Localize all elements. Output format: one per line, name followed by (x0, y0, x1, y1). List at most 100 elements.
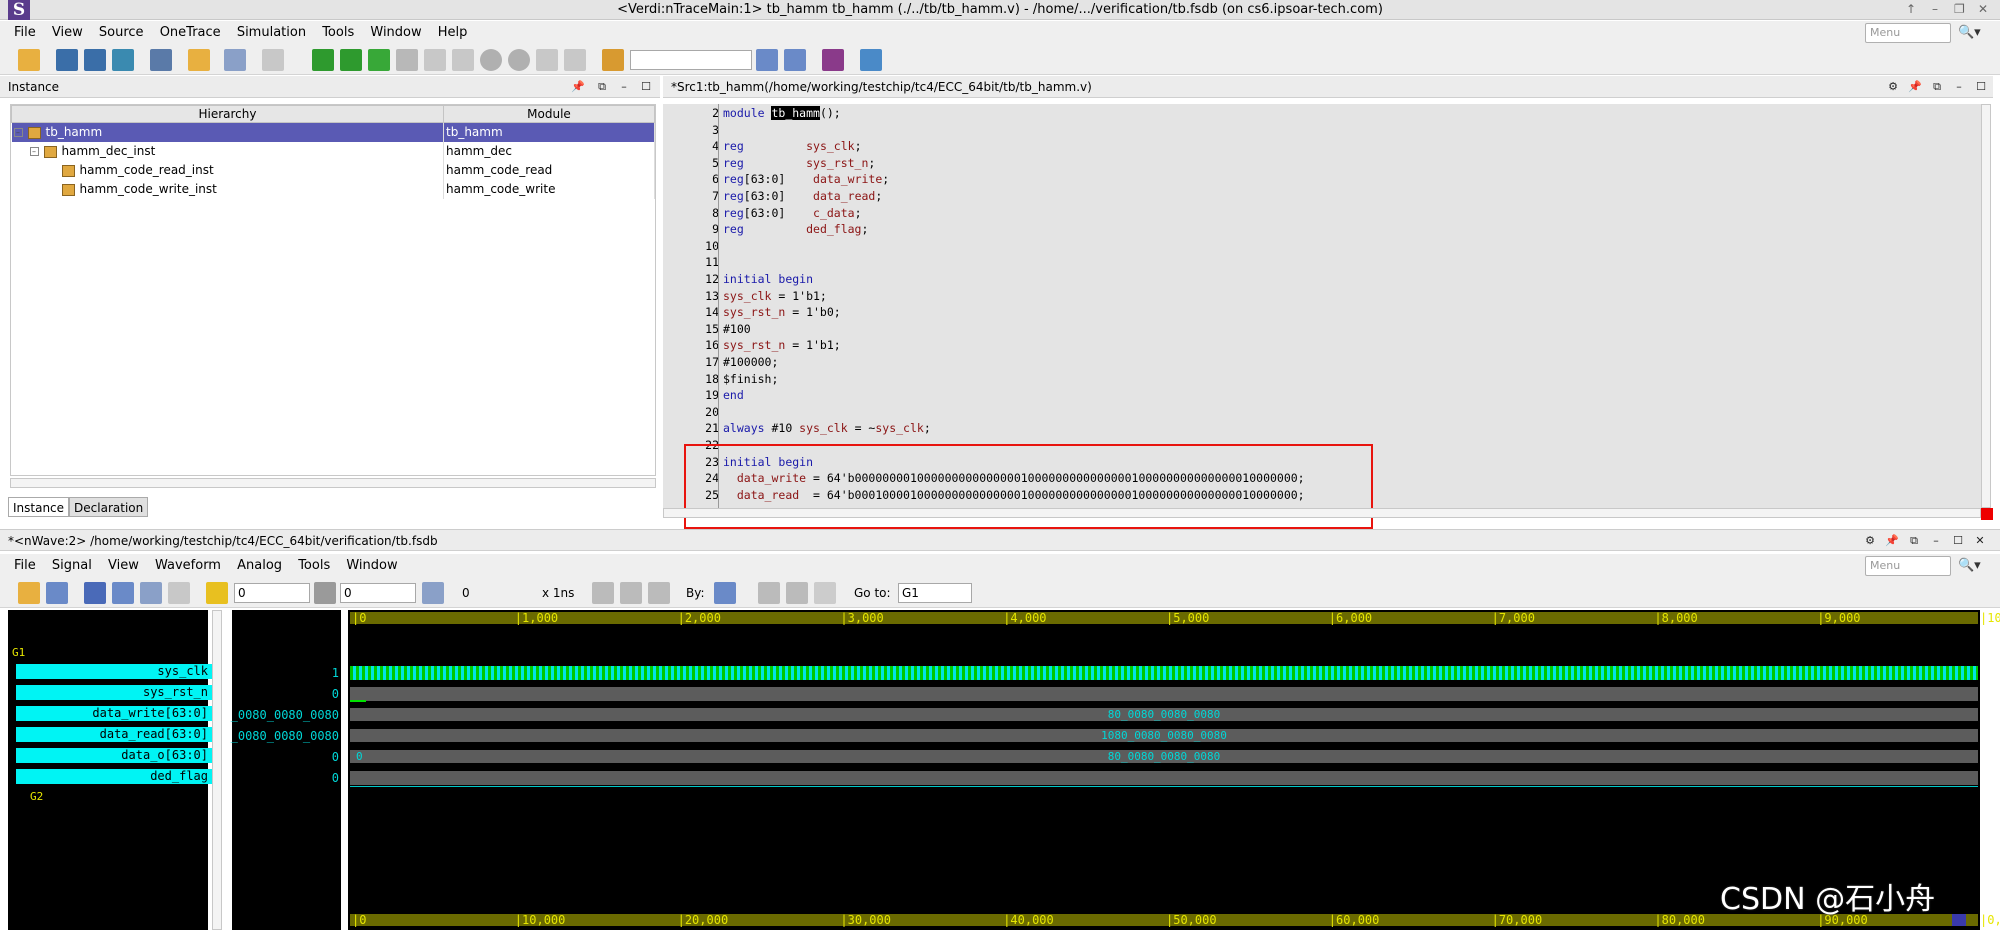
hierarchy-hscrollbar[interactable] (10, 478, 656, 488)
menu-window[interactable]: Window (364, 21, 427, 45)
next-icon[interactable] (452, 49, 474, 71)
table-row[interactable]: hamm_code_read_inst hamm_code_read (11, 160, 655, 180)
run-icon[interactable] (860, 49, 882, 71)
minimize-panel-icon[interactable]: – (1951, 79, 1967, 95)
scroll-thumb[interactable] (1952, 914, 1966, 926)
group-g2-label[interactable]: G2 (30, 790, 43, 803)
undock-icon[interactable]: ⧉ (1906, 533, 1922, 549)
menu-simulation[interactable]: Simulation (231, 21, 312, 45)
next-edge-icon[interactable] (786, 582, 808, 604)
paste-icon[interactable] (262, 49, 284, 71)
open-folder-icon[interactable] (18, 49, 40, 71)
zoom-out-icon[interactable] (592, 582, 614, 604)
disconnect-icon[interactable] (564, 49, 586, 71)
trace-load-icon[interactable] (340, 49, 362, 71)
wave-menu-file[interactable]: File (8, 554, 42, 578)
minimize-panel-icon[interactable]: – (616, 79, 632, 95)
reload-icon[interactable] (46, 582, 68, 604)
undo-icon[interactable] (84, 582, 106, 604)
window-icon[interactable] (150, 49, 172, 71)
minimize-panel-icon[interactable]: – (1928, 533, 1944, 549)
maximize-panel-icon[interactable]: ☐ (1973, 79, 1989, 95)
back-arrow-icon[interactable] (368, 49, 390, 71)
prev-edge-icon[interactable] (758, 582, 780, 604)
wave-menu-window[interactable]: Window (340, 554, 403, 578)
collapse-icon[interactable]: – (13, 128, 23, 138)
schematic-icon[interactable] (84, 49, 106, 71)
zoom-fit-icon[interactable] (648, 582, 670, 604)
tab-declaration[interactable]: Declaration (69, 497, 149, 517)
wave-menu-tools[interactable]: Tools (292, 554, 336, 578)
menu-search-input[interactable]: Menu (1865, 23, 1951, 43)
restore-icon[interactable]: ❐ (1954, 2, 1965, 16)
column-hierarchy[interactable]: Hierarchy (11, 105, 444, 123)
zoom-find-icon[interactable] (784, 49, 806, 71)
down-icon[interactable] (508, 49, 530, 71)
undock-icon[interactable]: ⧉ (1929, 79, 1945, 95)
table-row[interactable]: – hamm_dec_inst hamm_dec (11, 141, 655, 161)
search-icon[interactable]: 🔍▾ (1958, 25, 1984, 45)
menu-help[interactable]: Help (432, 21, 474, 45)
cursor-time-input[interactable]: 0 (234, 583, 310, 603)
time-ruler-top[interactable]: |0 |1,000 |2,000 |3,000 |4,000 |5,000 |6,000 |7… (350, 611, 2000, 625)
forward-arrow-icon[interactable] (396, 49, 418, 71)
group-g1-label[interactable]: G1 (12, 646, 25, 659)
find-icon[interactable] (756, 49, 778, 71)
zoom-in-icon[interactable] (620, 582, 642, 604)
pin-icon[interactable]: 📌 (570, 79, 586, 95)
maximize-panel-icon[interactable]: ☐ (1950, 533, 1966, 549)
signal-vscrollbar[interactable] (212, 610, 222, 930)
settings-icon[interactable]: ⚙ (1862, 533, 1878, 549)
open-folder-icon[interactable] (18, 582, 40, 604)
step-icon[interactable] (424, 49, 446, 71)
wave-menu-search-input[interactable]: Menu (1865, 556, 1951, 576)
close-icon[interactable]: ✕ (1978, 2, 1988, 16)
search-icon[interactable]: 🔍▾ (1958, 558, 1984, 578)
wave-menu-waveform[interactable]: Waveform (149, 554, 227, 578)
wave-menu-signal[interactable]: Signal (46, 554, 98, 578)
settings-icon[interactable]: ⚙ (1885, 79, 1901, 95)
analyzer-icon[interactable] (822, 49, 844, 71)
table-row[interactable]: hamm_code_write_inst hamm_code_write (11, 179, 655, 199)
cursor-icon[interactable] (206, 582, 228, 604)
hierarchy-icon[interactable] (56, 49, 78, 71)
maximize-panel-icon[interactable]: ☐ (638, 79, 654, 95)
tab-instance[interactable]: Instance (8, 497, 70, 517)
menu-onetrace[interactable]: OneTrace (154, 21, 227, 45)
marker-icon[interactable] (314, 582, 336, 604)
menu-source[interactable]: Source (93, 21, 150, 45)
table-row[interactable]: – tb_hamm tb_hamm (11, 122, 655, 142)
paste-icon[interactable] (168, 582, 190, 604)
bookmark-icon[interactable] (602, 49, 624, 71)
goto-select[interactable]: G1 (898, 583, 972, 603)
folder-icon[interactable] (188, 49, 210, 71)
signal-name-pane[interactable]: G1 sys_clk sys_rst_n data_write[63:0] da… (8, 610, 212, 930)
source-vscrollbar[interactable] (1981, 104, 1991, 508)
menu-view[interactable]: View (46, 21, 89, 45)
copy-icon[interactable] (140, 582, 162, 604)
up-icon[interactable] (480, 49, 502, 71)
column-module[interactable]: Module (443, 105, 655, 123)
collapse-icon[interactable]: – (29, 147, 39, 156)
cut-icon[interactable] (112, 582, 134, 604)
trace-driver-icon[interactable] (312, 49, 334, 71)
edit-icon[interactable] (224, 49, 246, 71)
search-by-icon[interactable] (714, 582, 736, 604)
connect-icon[interactable] (536, 49, 558, 71)
search-combo[interactable] (630, 50, 752, 70)
pin-icon[interactable]: 📌 (1884, 533, 1900, 549)
menu-tools[interactable]: Tools (316, 21, 360, 45)
minimize-icon[interactable]: – (1932, 2, 1938, 16)
wave-menu-view[interactable]: View (102, 554, 145, 578)
pin-icon[interactable]: 📌 (1907, 79, 1923, 95)
undock-icon[interactable]: ⧉ (594, 79, 610, 95)
close-panel-icon[interactable]: ✕ (1972, 533, 1988, 549)
marker-time-input[interactable]: 0 (340, 583, 416, 603)
menu-file[interactable]: File (8, 21, 42, 45)
flow-icon[interactable] (112, 49, 134, 71)
source-hscrollbar[interactable] (663, 508, 1981, 518)
delta-icon[interactable] (422, 582, 444, 604)
help-icon[interactable]: ↑ (1906, 2, 1916, 16)
wave-menu-analog[interactable]: Analog (231, 554, 288, 578)
goto-back-icon[interactable] (814, 582, 836, 604)
